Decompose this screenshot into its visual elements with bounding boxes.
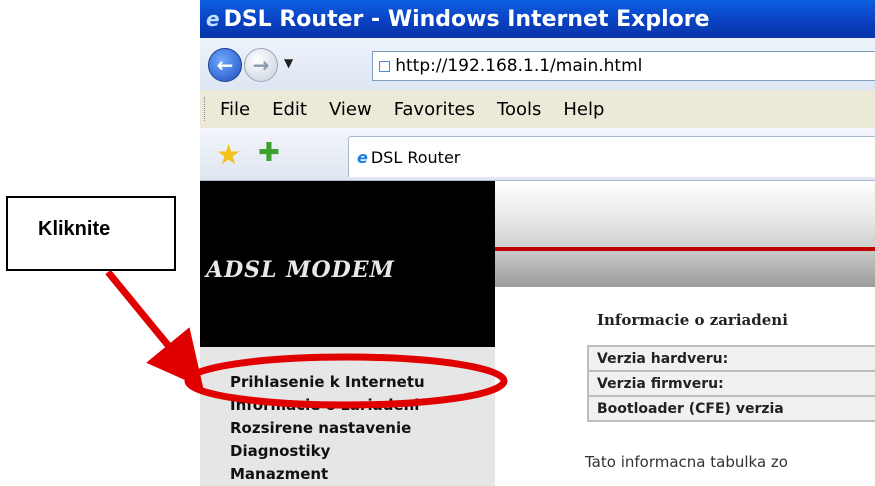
- callout-label: Kliknite: [38, 218, 111, 240]
- highlight-ellipse: [184, 353, 508, 409]
- callout-box: Kliknite: [6, 196, 176, 271]
- pointer-arrow: [105, 269, 204, 389]
